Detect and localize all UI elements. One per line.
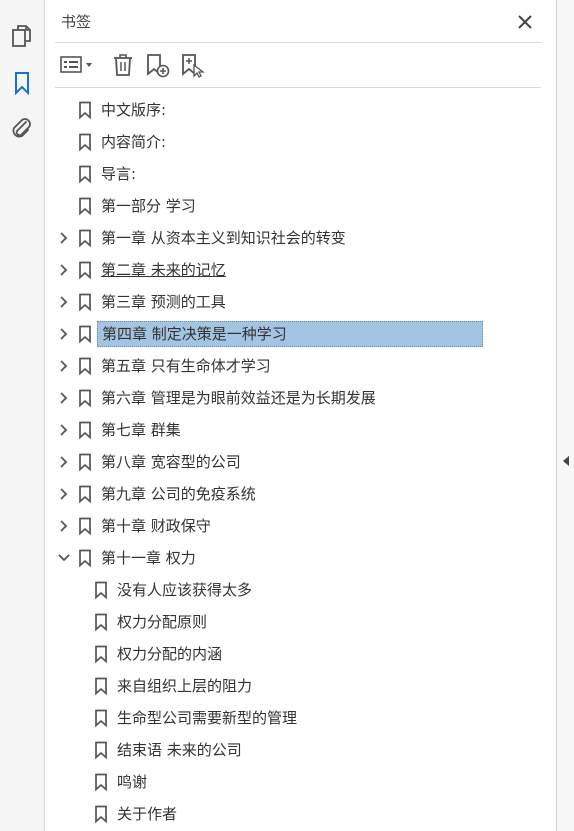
bookmark-label: 结束语 未来的公司 xyxy=(117,741,242,759)
bookmark-item[interactable]: 没有人应该获得太多 xyxy=(45,574,556,606)
bookmark-icon xyxy=(94,613,108,632)
bookmark-item[interactable]: 来自组织上层的阻力 xyxy=(45,670,556,702)
bookmark-item[interactable]: 中文版序: xyxy=(45,94,556,126)
bookmark-icon xyxy=(78,389,92,408)
bookmark-item[interactable]: 第十章 财政保守 xyxy=(45,510,556,542)
pages-icon[interactable] xyxy=(10,24,34,48)
bookmark-label: 导言: xyxy=(101,165,137,183)
bookmark-item[interactable]: 鸣谢 xyxy=(45,766,556,798)
bookmark-icon xyxy=(78,165,92,184)
bookmark-item[interactable]: 第四章 制定决策是一种学习 xyxy=(45,318,556,350)
bookmark-icon xyxy=(94,773,108,792)
bookmark-icon xyxy=(78,133,92,152)
bookmark-icon xyxy=(94,581,108,600)
new-bookmark-icon[interactable] xyxy=(143,51,171,79)
bookmark-tree: 中文版序: 内容简介: 导言: 第一部分 学习第一章 从资本主义到知识社会的转变 第二章… xyxy=(45,94,556,830)
bookmark-item[interactable]: 生命型公司需要新型的管理 xyxy=(45,702,556,734)
bookmark-icon xyxy=(94,677,108,696)
bookmark-icon xyxy=(78,293,92,312)
bookmark-item[interactable]: 内容简介: xyxy=(45,126,556,158)
bookmark-label: 第四章 制定决策是一种学习 xyxy=(97,321,483,347)
bookmark-icon xyxy=(78,229,92,248)
bookmark-icon xyxy=(78,357,92,376)
bookmark-item[interactable]: 第七章 群集 xyxy=(45,414,556,446)
bookmark-label: 第一章 从资本主义到知识社会的转变 xyxy=(101,229,346,247)
bookmark-icon xyxy=(94,741,108,760)
bookmark-icon xyxy=(78,485,92,504)
bookmark-item[interactable]: 第三章 预测的工具 xyxy=(45,286,556,318)
panel-splitter[interactable] xyxy=(556,0,574,831)
navigation-rail xyxy=(0,0,45,831)
bookmark-icon xyxy=(94,709,108,728)
bookmark-label: 第九章 公司的免疫系统 xyxy=(101,485,256,503)
chevron-right-icon[interactable] xyxy=(57,390,71,406)
bookmark-item[interactable]: 导言: xyxy=(45,158,556,190)
bookmark-icon xyxy=(78,453,92,472)
bookmark-item[interactable]: 第一章 从资本主义到知识社会的转变 xyxy=(45,222,556,254)
bookmark-label: 第七章 群集 xyxy=(101,421,181,439)
bookmark-label: 来自组织上层的阻力 xyxy=(117,677,253,695)
collapse-panel-icon[interactable] xyxy=(561,453,571,467)
bookmark-label: 第八章 宽容型的公司 xyxy=(101,453,241,471)
bookmark-icon xyxy=(78,101,92,120)
bookmark-item[interactable]: 第五章 只有生命体才学习 xyxy=(45,350,556,382)
chevron-right-icon[interactable] xyxy=(57,262,71,278)
bookmark-item[interactable]: 第八章 宽容型的公司 xyxy=(45,446,556,478)
bookmark-label: 权力分配原则 xyxy=(117,613,208,631)
options-menu-icon[interactable] xyxy=(59,51,97,79)
bookmark-item[interactable]: 第二章 未来的记忆 xyxy=(45,254,556,286)
bookmark-label: 第二章 未来的记忆 xyxy=(101,261,226,279)
attachment-icon[interactable] xyxy=(10,116,34,140)
bookmark-label: 第五章 只有生命体才学习 xyxy=(101,357,271,375)
bookmark-item[interactable]: 关于作者 xyxy=(45,798,556,830)
bookmark-label: 第三章 预测的工具 xyxy=(101,293,226,311)
bookmarks-panel: 书签 中文版序: 内容简介: 导言: 第一部分 学习 第一章 从资本主义到知识社… xyxy=(45,0,556,831)
bookmark-item[interactable]: 第六章 管理是为眼前效益还是为长期发展 xyxy=(45,382,556,414)
bookmark-label: 生命型公司需要新型的管理 xyxy=(117,709,298,727)
bookmark-icon xyxy=(78,421,92,440)
bookmark-label: 权力分配的内涵 xyxy=(117,645,223,663)
chevron-right-icon[interactable] xyxy=(57,518,71,534)
chevron-down-icon[interactable] xyxy=(57,550,71,566)
bookmark-item[interactable]: 第一部分 学习 xyxy=(45,190,556,222)
toolbar-divider xyxy=(55,87,541,88)
bookmark-icon xyxy=(78,261,92,280)
panel-title: 书签 xyxy=(61,13,92,31)
chevron-right-icon[interactable] xyxy=(57,486,71,502)
bookmark-item[interactable]: 权力分配原则 xyxy=(45,606,556,638)
bookmark-icon xyxy=(78,517,92,536)
chevron-right-icon[interactable] xyxy=(57,294,71,310)
bookmark-label: 第十章 财政保守 xyxy=(101,517,211,535)
bookmark-icon xyxy=(78,197,92,216)
bookmark-label: 关于作者 xyxy=(117,805,178,823)
bookmark-label: 中文版序: xyxy=(101,101,167,119)
bookmark-item[interactable]: 第九章 公司的免疫系统 xyxy=(45,478,556,510)
chevron-right-icon[interactable] xyxy=(57,358,71,374)
bookmark-label: 没有人应该获得太多 xyxy=(117,581,253,599)
bookmark-icon xyxy=(94,805,108,824)
chevron-right-icon[interactable] xyxy=(57,454,71,470)
bookmark-item[interactable]: 权力分配的内涵 xyxy=(45,638,556,670)
header-divider xyxy=(55,42,541,43)
chevron-right-icon[interactable] xyxy=(57,422,71,438)
bookmark-label: 第一部分 学习 xyxy=(101,197,196,215)
bookmark-label: 第十一章 权力 xyxy=(101,549,196,567)
chevron-right-icon[interactable] xyxy=(57,230,71,246)
bookmark-item[interactable]: 结束语 未来的公司 xyxy=(45,734,556,766)
bookmark-label: 鸣谢 xyxy=(117,773,148,791)
bookmark-icon xyxy=(78,325,92,344)
bookmark-label: 内容简介: xyxy=(101,133,167,151)
bookmark-label: 第六章 管理是为眼前效益还是为长期发展 xyxy=(101,389,376,407)
bookmark-icon[interactable] xyxy=(10,71,34,95)
close-icon[interactable] xyxy=(515,12,535,32)
bookmark-item[interactable]: 第十一章 权力 xyxy=(45,542,556,574)
chevron-right-icon[interactable] xyxy=(57,326,71,342)
bookmark-icon xyxy=(94,645,108,664)
delete-icon[interactable] xyxy=(109,51,137,79)
bookmark-from-selection-icon[interactable] xyxy=(178,51,206,79)
bookmark-icon xyxy=(78,549,92,568)
